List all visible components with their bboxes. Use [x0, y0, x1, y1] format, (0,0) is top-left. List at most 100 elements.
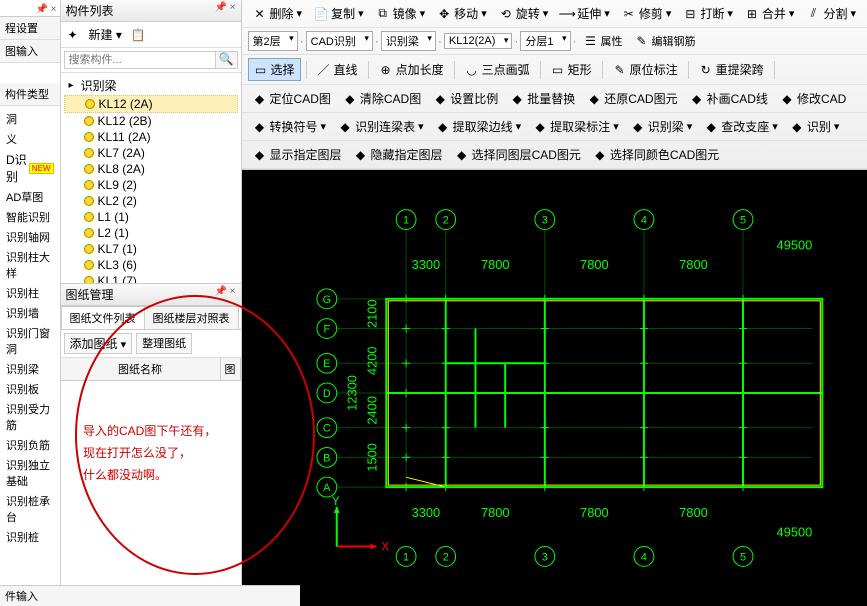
nav-item[interactable]: 义 [3, 129, 57, 149]
ribbon-icon: ▭ [254, 63, 268, 77]
nav-item[interactable]: 识别桩 [3, 527, 57, 547]
ribbon-icon: 📄 [314, 7, 328, 21]
ribbon-原位标注[interactable]: ✎原位标注 [608, 59, 683, 80]
copy-icon[interactable]: 📋 [131, 28, 145, 42]
component-item[interactable]: L1 (1) [64, 209, 238, 225]
nav-item[interactable]: 识别柱大样 [3, 247, 57, 283]
ribbon-编辑钢筋[interactable]: ✎编辑钢筋 [630, 31, 701, 51]
ribbon-旋转[interactable]: ⟲旋转 ▾ [494, 3, 554, 24]
bottom-bar[interactable]: 件输入 [0, 585, 300, 606]
ribbon-补画CAD线[interactable]: ◆补画CAD线 [685, 88, 773, 109]
ribbon-icon: ✥ [437, 7, 451, 21]
component-item[interactable]: KL8 (2A) [64, 161, 238, 177]
nav-item-cad[interactable]: D识别NEW [3, 149, 57, 187]
ribbon-删除[interactable]: ✕删除 ▾ [248, 3, 308, 24]
ribbon-识别连梁表[interactable]: ◆识别连梁表 ▾ [333, 116, 429, 137]
ribbon-分割[interactable]: ⫽分割 ▾ [801, 3, 861, 24]
sort-drawing-button[interactable]: 整理图纸 [136, 333, 192, 354]
svg-text:7800: 7800 [679, 257, 708, 272]
ribbon-修改CAD[interactable]: ◆修改CAD [775, 88, 851, 109]
ribbon-查改支座[interactable]: ◆查改支座 ▾ [699, 116, 783, 137]
ribbon-识别梁[interactable]: ◆识别梁 ▾ [626, 116, 698, 137]
ribbon-延伸[interactable]: ⟶延伸 ▾ [555, 3, 615, 24]
ribbon-复制[interactable]: 📄复制 ▾ [309, 3, 369, 24]
layer-dropdown[interactable]: 分层1 [520, 31, 570, 51]
nav-item[interactable]: 识别负筋 [3, 435, 57, 455]
tree-root[interactable]: 识别梁 [64, 76, 238, 95]
nav-item[interactable]: AD草图 [3, 187, 57, 207]
nav-item[interactable]: 识别独立基础 [3, 455, 57, 491]
ribbon-打断[interactable]: ⊟打断 ▾ [678, 3, 738, 24]
pin-close-icon[interactable]: 📌 × [214, 2, 235, 19]
ribbon-选择同图层CAD图元[interactable]: ◆选择同图层CAD图元 [450, 144, 586, 165]
ribbon-点加长度[interactable]: ⊕点加长度 [374, 59, 449, 80]
layer-dropdown[interactable]: CAD识别 [306, 31, 373, 51]
component-icon [84, 260, 94, 270]
layer-dropdown[interactable]: 第2层 [248, 31, 298, 51]
component-icon [84, 180, 94, 190]
ribbon-清除CAD图[interactable]: ◆清除CAD图 [338, 88, 426, 109]
nav-item[interactable]: 智能识别 [3, 207, 57, 227]
ribbon-修剪[interactable]: ✂修剪 ▾ [617, 3, 677, 24]
nav-item[interactable]: 识别柱 [3, 283, 57, 303]
component-item[interactable]: KL9 (2) [64, 177, 238, 193]
ribbon-icon: ◆ [436, 120, 450, 134]
nav-item[interactable]: 识别受力筋 [3, 399, 57, 435]
ribbon-icon: ◆ [587, 92, 601, 106]
component-item[interactable]: KL7 (1) [64, 241, 238, 257]
nav-item[interactable]: 识别门窗洞 [3, 323, 57, 359]
layer-dropdown[interactable]: 识别梁 [381, 31, 436, 51]
ribbon-重提梁跨[interactable]: ↻重提梁跨 [694, 59, 769, 80]
cad-canvas[interactable]: 1234512345GFEDCBA49500330078007800780033… [242, 170, 867, 606]
ribbon-镜像[interactable]: ⧉镜像 ▾ [371, 3, 431, 24]
add-drawing-button[interactable]: 添加图纸 ▾ [64, 333, 133, 354]
nav-item[interactable]: 识别墙 [3, 303, 57, 323]
ribbon-提取梁标注[interactable]: ◆提取梁标注 ▾ [528, 116, 624, 137]
ribbon-icon: ◆ [631, 120, 645, 134]
ribbon-选择[interactable]: ▭选择 [248, 58, 301, 81]
component-item[interactable]: KL12 (2B) [64, 113, 238, 129]
ribbon-icon: ◆ [790, 120, 804, 134]
main-area: ✕删除 ▾📄复制 ▾⧉镜像 ▾✥移动 ▾⟲旋转 ▾⟶延伸 ▾✂修剪 ▾⊟打断 ▾… [242, 0, 867, 606]
search-button[interactable]: 🔍 [216, 51, 238, 69]
component-item[interactable]: KL2 (2) [64, 193, 238, 209]
ribbon-直线[interactable]: ／直线 [312, 59, 363, 80]
pin-close-icon[interactable]: 📌 × [214, 286, 235, 303]
component-item[interactable]: KL7 (2A) [64, 145, 238, 161]
section-input[interactable]: 图输入 [0, 40, 60, 63]
nav-item[interactable]: 识别板 [3, 379, 57, 399]
ribbon-转换符号[interactable]: ◆转换符号 ▾ [248, 116, 332, 137]
ribbon-移动[interactable]: ✥移动 ▾ [432, 3, 492, 24]
ribbon-提取梁边线[interactable]: ◆提取梁边线 ▾ [431, 116, 527, 137]
search-input[interactable] [64, 51, 216, 69]
ribbon-选择同颜色CAD图元[interactable]: ◆选择同颜色CAD图元 [588, 144, 724, 165]
section-settings[interactable]: 程设置 [0, 17, 60, 40]
nav-item[interactable]: 识别桩承台 [3, 491, 57, 527]
ribbon-设置比例[interactable]: ◆设置比例 [428, 88, 503, 109]
ribbon-定位CAD图[interactable]: ◆定位CAD图 [248, 88, 336, 109]
ribbon-识别[interactable]: ◆识别 ▾ [785, 116, 845, 137]
svg-text:1: 1 [403, 215, 409, 227]
component-item[interactable]: KL1 (7) [64, 273, 238, 283]
ribbon-还原CAD图元[interactable]: ◆还原CAD图元 [582, 88, 682, 109]
ribbon-隐藏指定图层[interactable]: ◆隐藏指定图层 [349, 144, 448, 165]
ribbon-合并[interactable]: ⊞合并 ▾ [740, 3, 800, 24]
ribbon-显示指定图层[interactable]: ◆显示指定图层 [248, 144, 347, 165]
ribbon-属性[interactable]: ☰属性 [579, 31, 628, 51]
layer-dropdown[interactable]: KL12(2A) [444, 33, 512, 49]
ribbon-批量替换[interactable]: ◆批量替换 [505, 88, 580, 109]
nav-item[interactable]: 洞 [3, 109, 57, 129]
tab-floor-map[interactable]: 图纸楼层对照表 [144, 306, 239, 329]
ribbon-矩形[interactable]: ▭矩形 [546, 59, 597, 80]
component-item[interactable]: KL12 (2A) [64, 95, 238, 113]
ribbon-三点画弧[interactable]: ◡三点画弧 [460, 59, 535, 80]
svg-text:12300: 12300 [344, 375, 359, 411]
nav-item[interactable]: 识别轴网 [3, 227, 57, 247]
pin-icon[interactable]: 📌 × [35, 4, 56, 15]
nav-item[interactable]: 识别梁 [3, 359, 57, 379]
component-item[interactable]: KL11 (2A) [64, 129, 238, 145]
new-button[interactable]: 新建 ▾ [85, 25, 126, 44]
component-item[interactable]: L2 (1) [64, 225, 238, 241]
tab-file-list[interactable]: 图纸文件列表 [61, 306, 145, 329]
component-item[interactable]: KL3 (6) [64, 257, 238, 273]
